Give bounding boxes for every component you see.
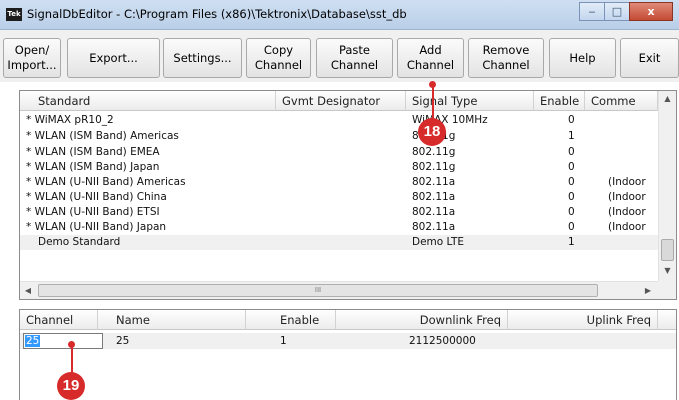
paste-channel-button[interactable]: Paste Channel bbox=[316, 38, 393, 78]
signal-type-cell[interactable]: 802.11g bbox=[412, 145, 455, 160]
standard-row[interactable]: * WLAN (ISM Band) Americas802.11g1 bbox=[20, 129, 658, 144]
column-header-channel[interactable]: Channel bbox=[20, 310, 98, 330]
standard-cell[interactable]: * WLAN (ISM Band) EMEA bbox=[26, 145, 160, 160]
paste-channel-label: Paste Channel bbox=[330, 43, 379, 72]
horizontal-scrollbar[interactable]: ◀ III ▶ bbox=[20, 281, 658, 299]
enable-cell[interactable]: 1 bbox=[568, 129, 575, 144]
add-channel-label: Add Channel bbox=[406, 43, 455, 72]
column-header-downlink-freq[interactable]: Downlink Freq bbox=[336, 310, 508, 330]
scrollbar-corner bbox=[658, 281, 676, 299]
scroll-down-arrow-icon[interactable]: ▼ bbox=[659, 263, 676, 279]
comment-cell[interactable]: (Indoor bbox=[608, 220, 646, 235]
open-import-label: Open/ Import... bbox=[7, 43, 57, 72]
enable-cell[interactable]: 0 bbox=[568, 145, 575, 160]
scroll-left-arrow-icon[interactable]: ◀ bbox=[20, 282, 36, 299]
standard-cell[interactable]: * WLAN (ISM Band) Americas bbox=[26, 129, 179, 144]
column-header-signal-type[interactable]: Signal Type bbox=[406, 91, 534, 111]
open-import-button[interactable]: Open/ Import... bbox=[3, 38, 61, 78]
export-label: Export... bbox=[89, 50, 138, 65]
copy-channel-label: Copy Channel bbox=[254, 43, 303, 72]
exit-button[interactable]: Exit bbox=[620, 38, 679, 78]
scroll-up-arrow-icon[interactable]: ▲ bbox=[659, 91, 676, 107]
enable-cell[interactable]: 0 bbox=[568, 160, 575, 175]
column-header-standard[interactable]: Standard bbox=[20, 91, 276, 111]
column-header-gvmt-designator[interactable]: Gvmt Designator bbox=[276, 91, 406, 111]
channel-edit-field[interactable]: 25 bbox=[23, 333, 103, 349]
settings-label: Settings... bbox=[173, 50, 232, 65]
signal-type-cell[interactable]: 802.11a bbox=[412, 205, 455, 220]
callout-18-anchor-dot bbox=[429, 81, 436, 88]
standards-table-header: Standard Gvmt Designator Signal Type Ena… bbox=[20, 91, 658, 111]
column-header-comment[interactable]: Comme bbox=[585, 91, 658, 111]
window-controls: ‒ □ x bbox=[579, 2, 673, 22]
help-button[interactable]: Help bbox=[549, 38, 616, 78]
title-bar: Tek SignalDbEditor - C:\Program Files (x… bbox=[0, 0, 679, 30]
column-header-enable[interactable]: Enable bbox=[246, 310, 336, 330]
standard-cell[interactable]: * WLAN (U-NII Band) Americas bbox=[26, 175, 186, 190]
minimize-button[interactable]: ‒ bbox=[579, 2, 605, 21]
callout-18-leader-line bbox=[432, 83, 434, 120]
standard-cell[interactable]: * WLAN (U-NII Band) ETSI bbox=[26, 205, 160, 220]
help-label: Help bbox=[569, 50, 596, 65]
standard-row[interactable]: * WiMAX pR10_2 WiMAX 10MHz 0 bbox=[20, 113, 658, 128]
standard-row[interactable]: * WLAN (U-NII Band) China 802.11a 0 (Indoor bbox=[20, 190, 658, 205]
column-header-name[interactable]: Name bbox=[98, 310, 246, 330]
window-title: SignalDbEditor - C:\Program Files (x86)\… bbox=[27, 7, 407, 21]
channel-enable-cell[interactable]: 1 bbox=[280, 334, 287, 349]
standard-row[interactable]: * WLAN (U-NII Band) ETSI 802.11a 0 (Indoor bbox=[20, 205, 658, 220]
standard-row[interactable]: Demo Standard Demo LTE 1 bbox=[20, 235, 658, 250]
export-button[interactable]: Export... bbox=[67, 38, 160, 78]
remove-channel-button[interactable]: Remove Channel bbox=[468, 38, 544, 78]
remove-channel-label: Remove Channel bbox=[482, 43, 530, 72]
signal-type-cell[interactable]: 802.11a bbox=[412, 220, 455, 235]
standard-cell[interactable]: * WLAN (U-NII Band) Japan bbox=[26, 220, 166, 235]
standard-row[interactable]: * WLAN (U-NII Band) Japan 802.11a 0 (Indoor bbox=[20, 220, 658, 235]
app-icon: Tek bbox=[6, 8, 22, 21]
enable-cell[interactable]: 0 bbox=[568, 220, 575, 235]
standard-cell[interactable]: * WiMAX pR10_2 bbox=[26, 113, 114, 128]
channel-table[interactable]: Channel Name Enable Downlink Freq Uplink… bbox=[19, 309, 677, 400]
channel-row[interactable]: 25 1 2112500000 bbox=[20, 333, 676, 349]
standard-row[interactable]: * WLAN (ISM Band) Japan 802.11g 0 bbox=[20, 160, 658, 175]
signal-type-cell[interactable]: 802.11a bbox=[412, 175, 455, 190]
column-header-enable[interactable]: Enable bbox=[534, 91, 585, 111]
enable-cell[interactable]: 0 bbox=[568, 190, 575, 205]
signal-type-cell[interactable]: Demo LTE bbox=[412, 235, 464, 250]
maximize-button[interactable]: □ bbox=[604, 2, 630, 21]
column-header-uplink-freq[interactable]: Uplink Freq bbox=[508, 310, 658, 330]
comment-cell[interactable]: (Indoor bbox=[608, 175, 646, 190]
enable-cell[interactable]: 0 bbox=[568, 205, 575, 220]
channel-edit-selected-text: 25 bbox=[25, 335, 41, 347]
callout-19-marker: 19 bbox=[57, 372, 85, 400]
copy-channel-button[interactable]: Copy Channel bbox=[246, 38, 311, 78]
toolbar: Open/ Import... Export... Settings... Co… bbox=[0, 30, 679, 82]
channel-downlink-cell[interactable]: 2112500000 bbox=[409, 334, 476, 349]
enable-cell[interactable]: 1 bbox=[568, 235, 575, 250]
standard-row[interactable]: * WLAN (U-NII Band) Americas 802.11a 0 (Ind… bbox=[20, 175, 658, 190]
signal-type-cell[interactable]: 802.11a bbox=[412, 190, 455, 205]
standard-cell[interactable]: Demo Standard bbox=[38, 235, 120, 250]
horizontal-scroll-thumb[interactable]: III bbox=[38, 284, 598, 297]
channel-table-header: Channel Name Enable Downlink Freq Uplink… bbox=[20, 310, 676, 330]
exit-label: Exit bbox=[638, 50, 661, 65]
channel-name-cell[interactable]: 25 bbox=[116, 334, 129, 349]
vertical-scroll-thumb[interactable] bbox=[661, 239, 674, 261]
callout-18-marker: 18 bbox=[418, 118, 446, 146]
standard-cell[interactable]: * WLAN (ISM Band) Japan bbox=[26, 160, 159, 175]
comment-cell[interactable]: (Indoor bbox=[608, 190, 646, 205]
add-channel-button[interactable]: Add Channel bbox=[397, 38, 464, 78]
standards-table[interactable]: Standard Gvmt Designator Signal Type Ena… bbox=[19, 90, 677, 300]
scroll-right-arrow-icon[interactable]: ▶ bbox=[640, 282, 656, 299]
signal-type-cell[interactable]: 802.11g bbox=[412, 160, 455, 175]
comment-cell[interactable]: (Indoor bbox=[608, 205, 646, 220]
standard-row[interactable]: * WLAN (ISM Band) EMEA 802.11g 0 bbox=[20, 145, 658, 160]
standard-cell[interactable]: * WLAN (U-NII Band) China bbox=[26, 190, 167, 205]
enable-cell[interactable]: 0 bbox=[568, 113, 575, 128]
vertical-scrollbar[interactable]: ▲ ▼ bbox=[658, 91, 676, 281]
enable-cell[interactable]: 0 bbox=[568, 175, 575, 190]
settings-button[interactable]: Settings... bbox=[163, 38, 242, 78]
close-button[interactable]: x bbox=[629, 2, 673, 21]
